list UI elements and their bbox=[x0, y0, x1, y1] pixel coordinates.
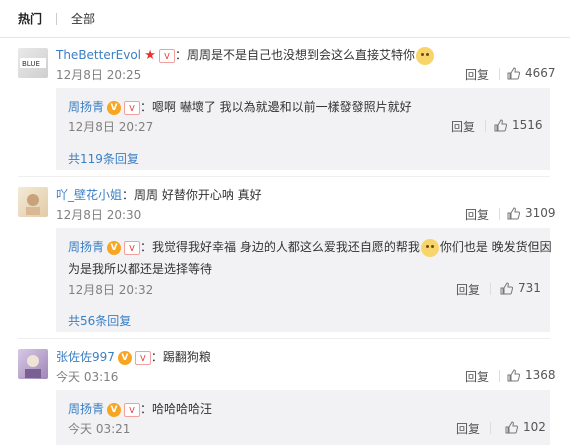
like-count: 4667 bbox=[525, 66, 556, 80]
comment-text: ：踢翻狗粮 bbox=[150, 350, 211, 364]
reply-button[interactable]: 回复 bbox=[456, 420, 480, 437]
username[interactable]: 张佐佐997 bbox=[56, 350, 115, 364]
like-button[interactable]: 102 bbox=[505, 420, 546, 434]
vip-badge-icon: V bbox=[159, 48, 176, 63]
avatar-image-icon bbox=[26, 194, 40, 215]
verified-badge-icon: V bbox=[117, 350, 132, 365]
like-button[interactable]: 3109 bbox=[507, 206, 556, 220]
vip-badge-icon: V bbox=[124, 402, 141, 417]
reply-body: 周扬青 V V ：我觉得我好幸福 身边的人都这么爱我还自愿的帮我 你们也是 晚发货但因 bbox=[68, 238, 552, 257]
tab-all[interactable]: 全部 bbox=[71, 10, 95, 27]
svg-text:BLUE: BLUE bbox=[22, 60, 40, 68]
verified-badge-icon: V bbox=[107, 240, 122, 255]
vip-badge-icon: V bbox=[134, 350, 151, 365]
action-divider bbox=[490, 283, 491, 295]
more-replies-link[interactable]: 共56条回复 bbox=[68, 312, 131, 329]
comment-body: 张佐佐997 V V ：踢翻狗粮 bbox=[56, 348, 211, 365]
reply-time: 12月8日 20:27 bbox=[68, 120, 154, 134]
reply-body: 周扬青 V V ：哈哈哈哈汪 bbox=[68, 400, 212, 417]
tab-divider bbox=[56, 12, 58, 25]
thumbs-up-icon bbox=[500, 281, 513, 294]
reply-button[interactable]: 回复 bbox=[465, 368, 489, 385]
comment-body: TheBetterEvol ★ V ：周周是不是自己也没想到会这么直接艾特你 bbox=[56, 46, 435, 65]
comment-body: 吖_壁花小姐：周周 好替你开心呐 真好 bbox=[56, 186, 262, 203]
verified-badge-icon: V bbox=[107, 100, 122, 115]
action-divider bbox=[499, 370, 500, 382]
reply-button[interactable]: 回复 bbox=[465, 206, 489, 223]
star-badge-icon: ★ bbox=[144, 47, 156, 63]
action-divider bbox=[490, 422, 491, 434]
thumbs-up-icon bbox=[494, 118, 507, 131]
reply-text-continued: 你们也是 晚发货但因 bbox=[439, 240, 552, 254]
username[interactable]: 周扬青 bbox=[68, 100, 104, 114]
thumbs-up-icon bbox=[507, 66, 520, 79]
action-divider bbox=[485, 120, 486, 132]
more-replies-link[interactable]: 共119条回复 bbox=[68, 150, 139, 167]
reply-text-line2: 为是我所以都还是选择等待 bbox=[68, 262, 213, 276]
like-count: 3109 bbox=[525, 206, 556, 220]
verified-badge-icon: V bbox=[107, 402, 122, 417]
action-divider bbox=[499, 208, 500, 220]
comment-time: 12月8日 20:30 bbox=[56, 208, 142, 222]
like-button[interactable]: 731 bbox=[500, 281, 541, 295]
thumbs-up-icon bbox=[507, 206, 520, 219]
vip-badge-icon: V bbox=[124, 240, 141, 255]
like-count: 1516 bbox=[512, 118, 543, 132]
tab-hot[interactable]: 热门 bbox=[18, 10, 42, 27]
like-button[interactable]: 1368 bbox=[507, 368, 556, 382]
comment-text: ：周周是不是自己也没想到会这么直接艾特你 bbox=[175, 48, 416, 62]
reply-text: ：嗯啊 嚇壞了 我以為就邊和以前一樣發發照片就好 bbox=[140, 100, 412, 114]
action-divider bbox=[499, 68, 500, 80]
comment-time: 今天 03:16 bbox=[56, 370, 119, 384]
thumbs-up-icon bbox=[505, 420, 518, 433]
comment-text: ：周周 好替你开心呐 真好 bbox=[122, 188, 262, 202]
like-count: 102 bbox=[523, 420, 546, 434]
reply-text: ：哈哈哈哈汪 bbox=[140, 402, 213, 416]
avatar[interactable]: BLUE bbox=[18, 48, 48, 78]
reply-button[interactable]: 回复 bbox=[465, 66, 489, 83]
reply-time: 今天 03:21 bbox=[68, 422, 131, 436]
comment-time: 12月8日 20:25 bbox=[56, 68, 142, 82]
cat-emoji-icon bbox=[416, 46, 435, 65]
like-button[interactable]: 4667 bbox=[507, 66, 556, 80]
comment-divider bbox=[18, 338, 550, 339]
avatar[interactable] bbox=[18, 349, 48, 379]
username[interactable]: 吖_壁花小姐 bbox=[56, 188, 122, 202]
username[interactable]: 周扬青 bbox=[68, 402, 104, 416]
reply-time: 12月8日 20:32 bbox=[68, 283, 154, 297]
pleading-emoji-icon bbox=[420, 238, 439, 257]
avatar-image-icon: BLUE bbox=[20, 58, 46, 68]
thumbs-up-icon bbox=[507, 368, 520, 381]
like-count: 1368 bbox=[525, 368, 556, 382]
reply-text: ：我觉得我好幸福 身边的人都这么爱我还自愿的帮我 bbox=[140, 240, 420, 254]
like-button[interactable]: 1516 bbox=[494, 118, 543, 132]
comment-divider bbox=[18, 176, 550, 177]
like-count: 731 bbox=[518, 281, 541, 295]
vip-badge-icon: V bbox=[124, 100, 141, 115]
reply-body: 周扬青 V V ：嗯啊 嚇壞了 我以為就邊和以前一樣發發照片就好 bbox=[68, 98, 412, 115]
comment-tabs: 热门 全部 bbox=[0, 0, 570, 38]
reply-button[interactable]: 回复 bbox=[456, 281, 480, 298]
reply-button[interactable]: 回复 bbox=[451, 118, 475, 135]
avatar[interactable] bbox=[18, 187, 48, 217]
username[interactable]: 周扬青 bbox=[68, 240, 104, 254]
avatar-image-icon bbox=[25, 355, 41, 378]
username[interactable]: TheBetterEvol bbox=[56, 48, 141, 62]
